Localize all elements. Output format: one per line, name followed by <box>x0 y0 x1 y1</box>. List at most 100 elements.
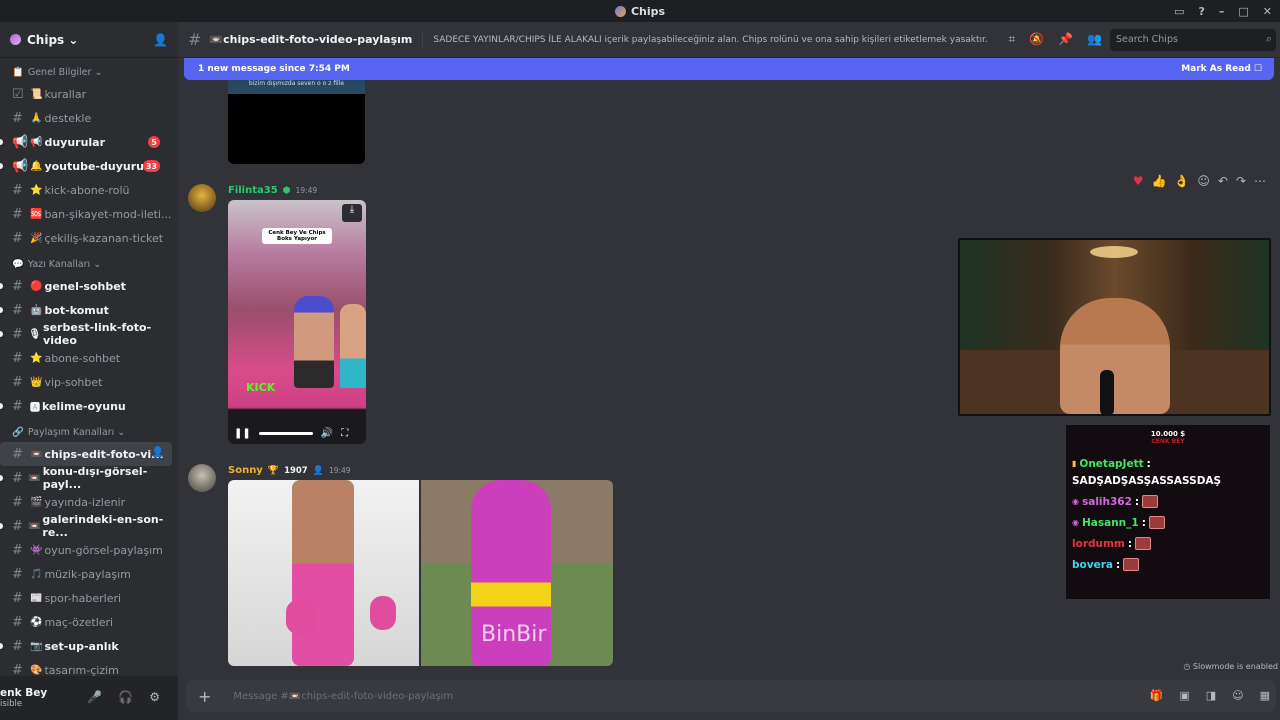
settings-gear-icon[interactable]: ⚙ <box>149 690 160 704</box>
channel-vip-sohbet[interactable]: # 👑 vip-sohbet <box>0 370 172 394</box>
category-genel[interactable]: 📋 Genel Bilgiler ⌄ <box>0 58 178 82</box>
hash-icon: # <box>12 302 23 318</box>
inbox-icon[interactable]: ▭ <box>1174 5 1184 18</box>
pause-icon[interactable]: ❚❚ <box>234 428 251 439</box>
window-title-text: Chips <box>630 4 666 18</box>
channel-topic[interactable]: SADECE YAYINLAR/CHIPS İLE ALAKALI içerik… <box>433 35 987 45</box>
message-timestamp: 19:49 <box>295 186 318 195</box>
thumbs-up-icon[interactable]: 👍 <box>1151 174 1166 188</box>
seek-bar[interactable] <box>258 431 313 435</box>
pin-icon[interactable]: 📌 <box>1058 32 1073 47</box>
message-author: Sonny 🏆 1907 👤 19:49 <box>228 465 351 476</box>
image-attachment[interactable] <box>228 480 419 666</box>
video-attachment[interactable]: Cenk Bey Ve Chips Boks Yapıyor ⤓ KICK ❚❚… <box>228 200 366 444</box>
channel-youtube-duyuru[interactable]: 📢 🔔 youtube-duyuru 33 <box>0 154 172 178</box>
mark-as-read-button[interactable]: Mark As Read ☐ <box>1181 64 1262 74</box>
category-paylasim[interactable]: 🔗 Paylaşım Kanalları ⌄ <box>0 418 178 442</box>
channel-label: tasarım-çizim <box>44 663 119 677</box>
more-options-icon[interactable]: ⋯ <box>1254 174 1266 188</box>
chat-message-text: SADŞADŞASŞASSASSDAŞ <box>1072 474 1222 487</box>
user-tag: 1907 <box>284 465 308 476</box>
message-composer[interactable]: + Message #📼chips-edit-foto-video-paylaş… <box>186 680 1276 712</box>
channel-cekilis[interactable]: # 🎉 çekiliş-kazanan-ticket <box>0 226 172 250</box>
heart-reaction-icon[interactable]: ♥ <box>1133 174 1144 188</box>
hash-icon: # <box>12 374 23 390</box>
forward-icon[interactable]: ↷ <box>1236 174 1246 188</box>
emoji-icon[interactable]: ☺ <box>1232 689 1243 702</box>
headphones-icon[interactable]: 🎧 <box>118 690 133 704</box>
author-name[interactable]: Sonny <box>228 465 263 476</box>
minimize-button[interactable]: – <box>1219 5 1225 18</box>
role-badge-icon: ⬢ <box>282 185 291 196</box>
channel-oyun-gorsel[interactable]: # 👾 oyun-görsel-paylaşım <box>0 538 172 562</box>
composer-toolbar: 🎁 ▣ ◨ ☺ ▦ <box>1150 689 1270 702</box>
channel-bot-komut[interactable]: # 🤖 bot-komut <box>0 298 172 322</box>
channel-kick-abone-rolu[interactable]: # ⭐ kick-abone-rolü <box>0 178 172 202</box>
message-input[interactable]: Message #📼chips-edit-foto-video-paylaşım <box>233 691 453 702</box>
user-info[interactable]: enk Bey isible <box>0 687 47 709</box>
user-controls: 🎤 🎧 ⚙ <box>87 690 160 704</box>
channel-konu-disi[interactable]: # 📼 konu-dışı-görsel-payl... <box>0 465 172 491</box>
channel-destekle[interactable]: # 🙏 destekle <box>0 106 172 130</box>
search-input[interactable]: Search Chips ⌕ <box>1110 29 1276 51</box>
boxing-glove <box>286 600 316 634</box>
avatar[interactable] <box>188 464 216 492</box>
channel-title-text: chips-edit-foto-video-paylaşım <box>223 33 413 46</box>
video-caption: Cenk Bey Ve Chips Boks Yapıyor <box>262 228 332 244</box>
gift-icon[interactable]: 🎁 <box>1150 689 1164 702</box>
channel-muzik[interactable]: # 🎵 müzik-paylaşım <box>0 562 172 586</box>
maximize-button[interactable]: □ <box>1238 5 1248 18</box>
channel-mac-ozetleri[interactable]: # ⚽ maç-özetleri <box>0 610 172 634</box>
channel-yayinda-izlenir[interactable]: # 🎬 yayında-izlenir <box>0 490 172 514</box>
server-name: Chips ⌄ <box>27 32 79 47</box>
help-icon[interactable]: ? <box>1198 5 1204 18</box>
user-status: isible <box>0 699 23 709</box>
close-button[interactable]: ✕ <box>1263 5 1272 18</box>
image-watermark: BinBir <box>481 622 547 647</box>
new-messages-bar[interactable]: 1 new message since 7:54 PM Mark As Read… <box>184 58 1274 80</box>
threads-icon[interactable]: ⌗ <box>1008 32 1015 47</box>
channel-label: duyurular <box>44 135 106 149</box>
reply-icon[interactable]: ↶ <box>1218 174 1228 188</box>
volume-icon[interactable]: 🔊 <box>321 428 333 439</box>
server-header[interactable]: Chips ⌄ 👤 <box>0 22 178 58</box>
apps-icon[interactable]: ▦ <box>1260 689 1270 702</box>
avatar[interactable] <box>188 184 216 212</box>
channel-label: ban-şikayet-mod-ileti... <box>44 207 172 221</box>
channel-label: konu-dışı-görsel-payl... <box>42 465 148 491</box>
server-icon <box>10 34 21 45</box>
channel-serbest[interactable]: # 🎙 serbest-link-foto-video <box>0 321 172 347</box>
channel-abone-sohbet[interactable]: # ⭐ abone-sohbet <box>0 346 172 370</box>
chat-user: lordumm <box>1072 537 1125 550</box>
sticker-icon[interactable]: ◨ <box>1206 689 1216 702</box>
attach-plus-icon[interactable]: + <box>198 687 211 706</box>
channel-set-up-anlik[interactable]: # 📷 set-up-anlık <box>0 634 172 658</box>
members-icon[interactable]: 👥 <box>1087 32 1102 47</box>
category-yazi[interactable]: 💬 Yazı Kanalları ⌄ <box>0 250 178 274</box>
category-icon: 💬 <box>12 259 24 270</box>
add-reaction-icon[interactable]: ☺ <box>1197 174 1210 188</box>
channel-chips-edit[interactable]: # 📼 chips-edit-foto-vi... 👤 <box>0 442 172 466</box>
channel-label: genel-sohbet <box>44 279 126 293</box>
mute-bell-icon[interactable]: 🔕 <box>1029 32 1044 47</box>
create-invite-icon[interactable]: 👤 <box>152 447 164 458</box>
channel-kelime-oyunu[interactable]: # 🅰kelime-oyunu <box>0 394 172 418</box>
ok-hand-icon[interactable]: 👌 <box>1174 174 1189 188</box>
channel-spor-haberleri[interactable]: # 📰 spor-haberleri <box>0 586 172 610</box>
hash-icon: # <box>12 326 23 342</box>
fullscreen-icon[interactable]: ⛶ <box>341 428 348 439</box>
gif-icon[interactable]: ▣ <box>1179 689 1189 702</box>
invite-people-icon[interactable]: 👤 <box>153 33 168 47</box>
microphone-icon[interactable]: 🎤 <box>87 690 102 704</box>
channel-duyurular[interactable]: 📢 📢 duyurular 5 <box>0 130 172 154</box>
download-icon[interactable]: ⤓ <box>342 204 362 222</box>
channel-label: kelime-oyunu <box>42 399 126 413</box>
channel-genel-sohbet[interactable]: # 🔴 genel-sohbet <box>0 274 172 298</box>
image-attachment[interactable]: BinBir <box>421 480 613 666</box>
streamer-figure <box>1060 298 1170 414</box>
channel-ban-sikayet[interactable]: # 🆘 ban-şikayet-mod-ileti... <box>0 202 172 226</box>
hash-icon: # <box>12 566 23 582</box>
author-name[interactable]: Filinta35 <box>228 185 278 196</box>
channel-galerindeki[interactable]: # 📼 galerindeki-en-son-re... <box>0 513 172 539</box>
channel-kurallar[interactable]: ☑ 📜 kurallar <box>0 82 172 106</box>
